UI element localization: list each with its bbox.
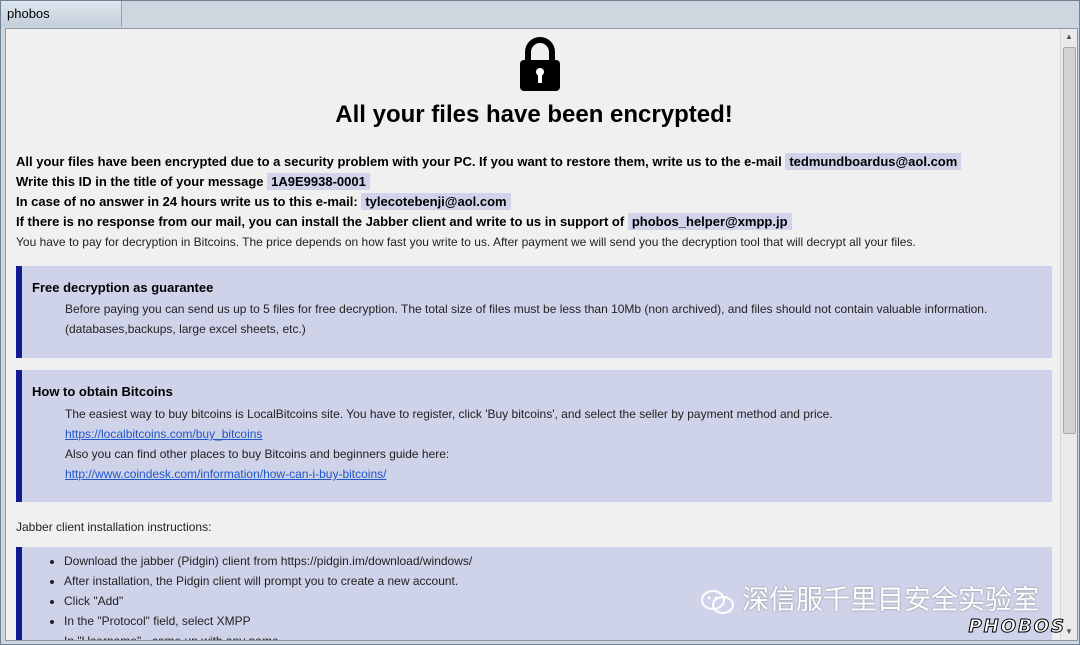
box-text: The easiest way to buy bitcoins is Local… — [65, 407, 833, 421]
lock-icon — [520, 37, 560, 91]
phobos-logo: PHOBOS — [968, 616, 1066, 638]
scroll-thumb[interactable] — [1063, 47, 1076, 434]
backup-email[interactable]: tylecotebenji@aol.com — [361, 193, 511, 210]
info-line: Write this ID in the title of your messa… — [16, 172, 1056, 192]
info-text: All your files have been encrypted due t… — [16, 154, 782, 169]
list-item: In "Username" - come up with any name — [64, 631, 472, 640]
box-text: (databases,backups, large excel sheets, … — [65, 322, 306, 336]
bitcoins-box: How to obtain Bitcoins The easiest way t… — [16, 370, 1052, 502]
payment-note: You have to pay for decryption in Bitcoi… — [16, 235, 916, 249]
list-item: After installation, the Pidgin client wi… — [64, 571, 472, 591]
jabber-steps: Download the jabber (Pidgin) client from… — [44, 551, 472, 640]
window-titlebar[interactable]: phobos — [1, 1, 122, 27]
contact-info: All your files have been encrypted due t… — [16, 152, 1056, 252]
info-text: If there is no response from our mail, y… — [16, 214, 625, 229]
contact-email[interactable]: tedmundboardus@aol.com — [785, 153, 962, 170]
window-title: phobos — [7, 6, 50, 21]
note-content: All your files have been encrypted! All … — [6, 29, 1062, 640]
info-line: In case of no answer in 24 hours write u… — [16, 192, 1056, 212]
note-frame: All your files have been encrypted! All … — [5, 28, 1078, 641]
jabber-contact[interactable]: phobos_helper@xmpp.jp — [627, 213, 792, 230]
free-decryption-box: Free decryption as guarantee Before payi… — [16, 266, 1052, 358]
victim-id[interactable]: 1A9E9938-0001 — [267, 173, 370, 190]
box-title: Free decryption as guarantee — [32, 280, 214, 295]
coindesk-link[interactable]: http://www.coindesk.com/information/how-… — [65, 467, 386, 481]
info-text: In case of no answer in 24 hours write u… — [16, 194, 358, 209]
jabber-instructions-label: Jabber client installation instructions: — [16, 520, 212, 534]
page-title: All your files have been encrypted! — [335, 101, 733, 128]
info-line: All your files have been encrypted due t… — [16, 152, 1056, 172]
list-item: Download the jabber (Pidgin) client from… — [64, 551, 472, 571]
info-line: If there is no response from our mail, y… — [16, 212, 1056, 232]
watermark: 深信服千里目安全实验室 — [700, 578, 1039, 615]
scroll-up-icon[interactable]: ▲ — [1061, 29, 1077, 45]
box-title: How to obtain Bitcoins — [32, 384, 173, 399]
info-text: Write this ID in the title of your messa… — [16, 174, 264, 189]
localbitcoins-link-row: https://localbitcoins.com/buy_bitcoins — [65, 427, 262, 441]
list-item: In the "Protocol" field, select XMPP — [64, 611, 472, 631]
watermark-text: 深信服千里目安全实验室 — [742, 585, 1039, 615]
box-text: Before paying you can send us up to 5 fi… — [65, 302, 988, 316]
box-text: Also you can find other places to buy Bi… — [65, 447, 450, 461]
localbitcoins-link[interactable]: https://localbitcoins.com/buy_bitcoins — [65, 427, 262, 441]
vertical-scrollbar[interactable]: ▲ ▼ — [1060, 29, 1077, 640]
wechat-icon — [701, 589, 734, 614]
ransom-note-window: phobos All your files have been encrypte… — [0, 0, 1080, 645]
list-item: Click "Add" — [64, 591, 472, 611]
coindesk-link-row: http://www.coindesk.com/information/how-… — [65, 467, 386, 481]
